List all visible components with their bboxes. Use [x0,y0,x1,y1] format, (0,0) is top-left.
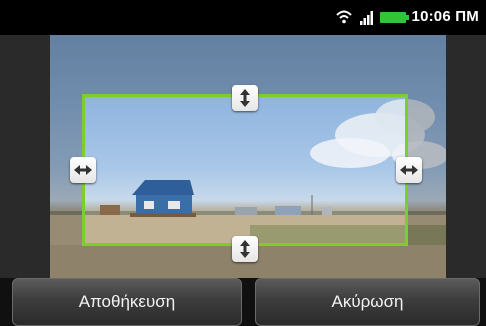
battery-icon [380,12,409,23]
resize-horizontal-icon [74,164,92,176]
wifi-icon [336,9,352,25]
crop-handle-right[interactable] [396,157,422,183]
cancel-button[interactable]: Ακύρωση [255,278,480,326]
resize-horizontal-icon [400,164,418,176]
button-bar: Αποθήκευση Ακύρωση [0,278,486,326]
crop-frame[interactable] [82,94,408,246]
resize-vertical-icon [239,240,251,258]
crop-handle-left[interactable] [70,157,96,183]
signal-icon [360,10,374,25]
status-bar: 10:06 ΠΜ [0,0,486,35]
crop-handle-bottom[interactable] [232,236,258,262]
status-clock: 10:06 ΠΜ [411,8,479,25]
resize-vertical-icon [239,89,251,107]
crop-screen: 10:06 ΠΜ Αποθήκευση Ακύρωση [0,0,486,326]
save-button[interactable]: Αποθήκευση [12,278,242,326]
crop-handle-top[interactable] [232,85,258,111]
